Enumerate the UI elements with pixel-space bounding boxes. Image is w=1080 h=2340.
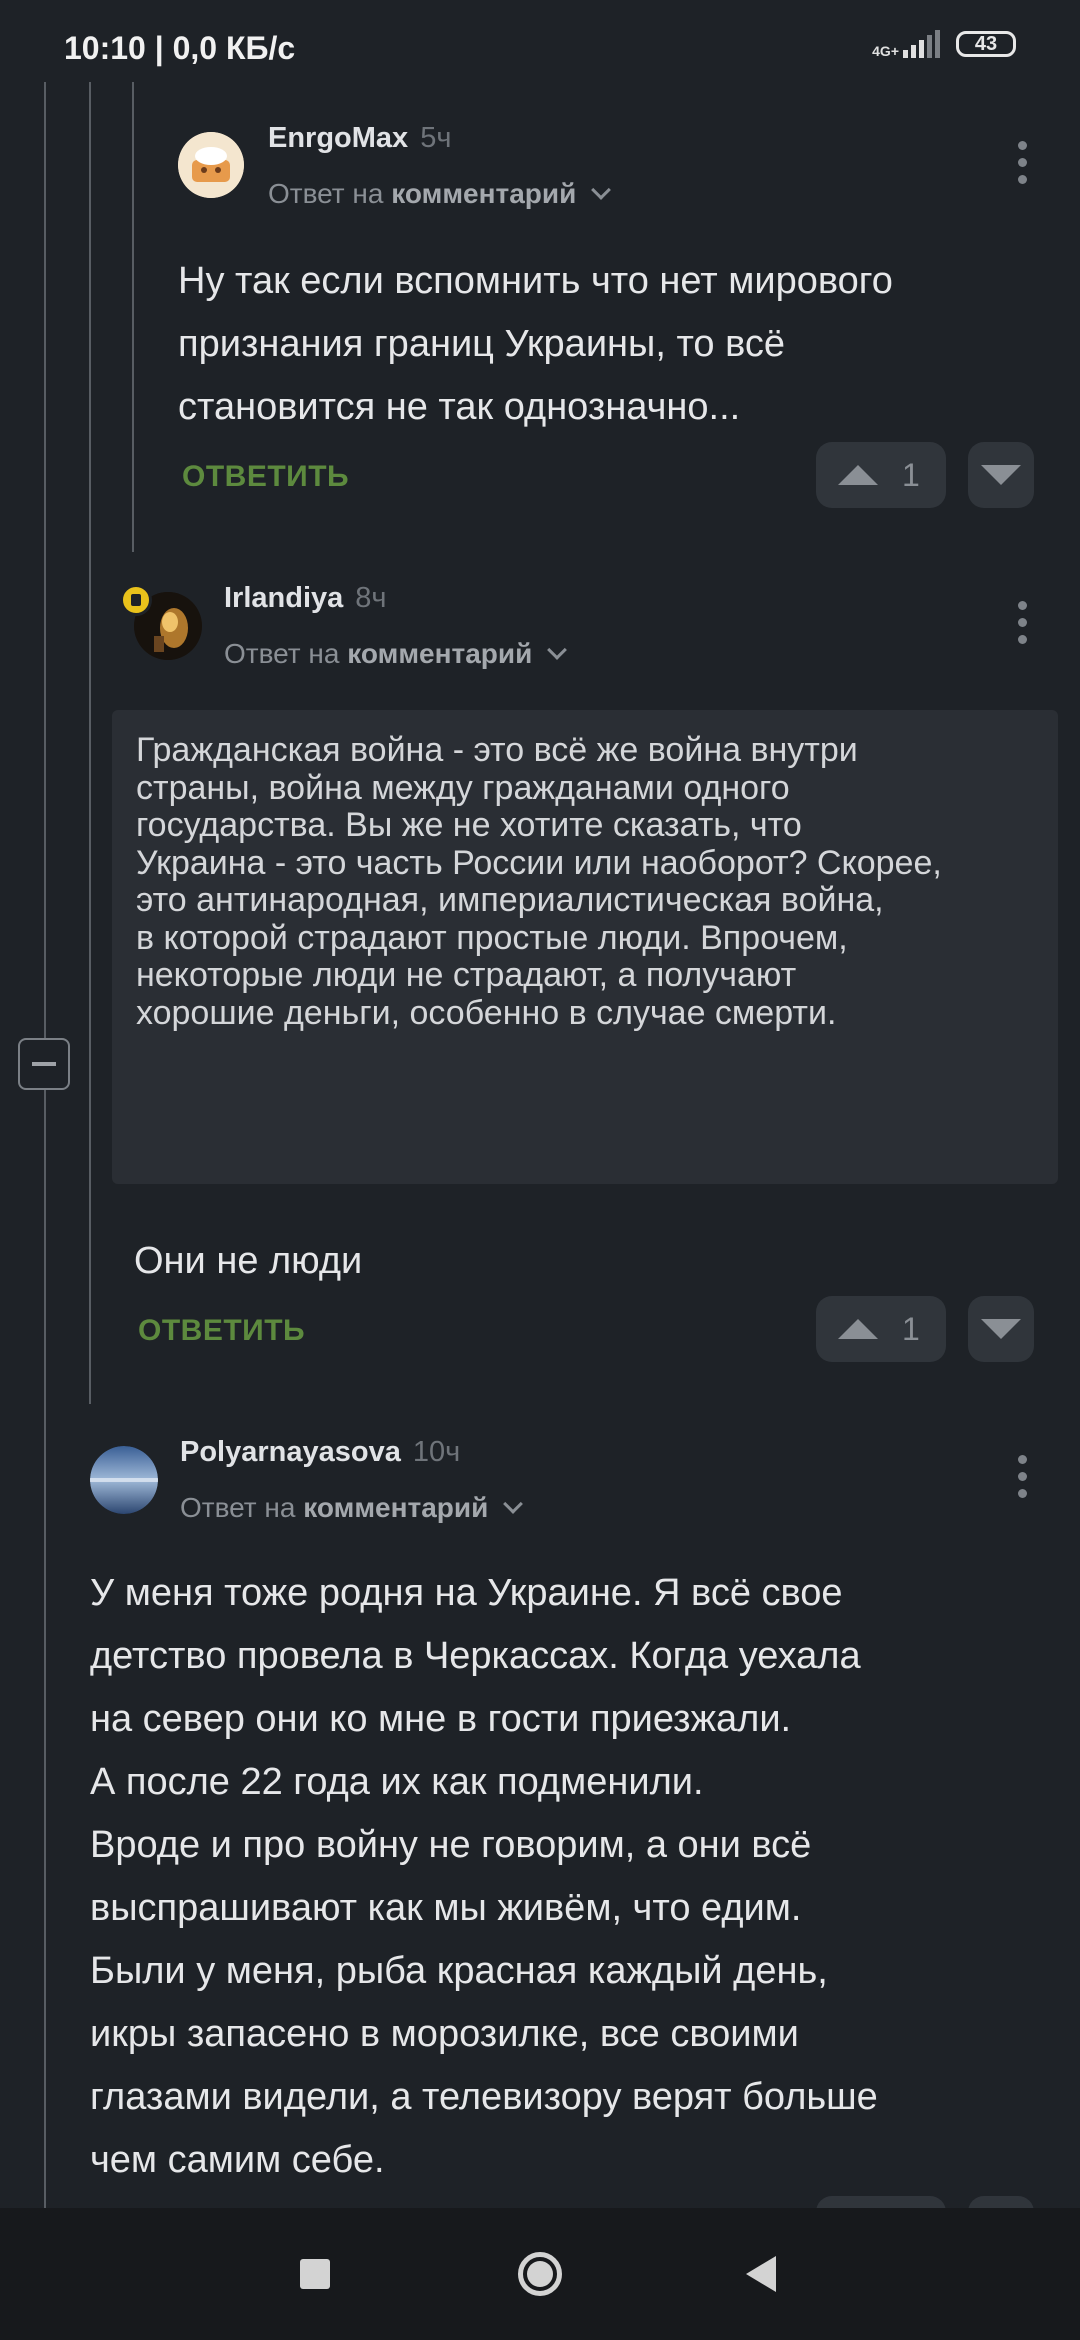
status-indicators: 4G+ 43	[872, 30, 1016, 58]
comment-text-line: икры запасено в морозилке, все своими	[90, 2013, 799, 2055]
vote-count: 1	[902, 1310, 920, 1347]
comment-time: 8ч	[355, 582, 387, 614]
recent-apps-button[interactable]	[300, 2259, 330, 2289]
reply-to-link[interactable]: Ответ на комментарий	[268, 178, 612, 210]
network-type-label: 4G+	[872, 43, 899, 59]
username[interactable]: Irlandiya	[224, 582, 343, 614]
comment-text: Они не люди	[134, 1240, 363, 1282]
chevron-down-icon	[547, 640, 568, 660]
thread-line	[132, 82, 134, 552]
more-options-icon[interactable]	[1002, 592, 1042, 652]
quote-line: в которой страдают простые люди. Впрочем…	[136, 918, 848, 957]
thread-line	[44, 82, 46, 2212]
more-options-icon[interactable]	[1002, 1446, 1042, 1506]
collapse-thread-button[interactable]	[18, 1038, 70, 1090]
quote-line: некоторые люди не страдают, а получают	[136, 956, 797, 994]
comment-header: EnrgoMax 5ч	[268, 122, 451, 155]
comment-header: Irlandiya 8ч	[224, 582, 387, 615]
comment-time: 10ч	[412, 1436, 461, 1468]
comment-text: Ну так если вспомнить что нет мирового п…	[178, 250, 1058, 439]
comment-header: Polyarnayasova 10ч	[180, 1436, 460, 1469]
status-time-speed: 10:10 | 0,0 КБ/с	[64, 30, 295, 67]
quote-line: хорошие деньги, особенно в случае смерти…	[136, 993, 837, 1032]
reply-button[interactable]: ОТВЕТИТЬ	[138, 1314, 305, 1348]
username[interactable]: EnrgoMax	[268, 122, 408, 154]
reply-to-target: комментарий	[303, 1492, 489, 1523]
battery-level: 43	[974, 32, 998, 55]
comment-text: У меня тоже родня на Украине. Я всё свое…	[90, 1562, 1050, 2192]
avatar[interactable]	[90, 1446, 158, 1514]
clock: 10:10	[64, 30, 146, 66]
upvote-button[interactable]: 1	[816, 1296, 946, 1362]
chevron-down-icon	[591, 180, 612, 200]
comment-text-line: Были у меня, рыба красная каждый день,	[90, 1950, 828, 1992]
reply-to-link[interactable]: Ответ на комментарий	[224, 638, 568, 670]
more-options-icon[interactable]	[1002, 132, 1042, 192]
comment-text-line: А после 22 года их как подменили.	[90, 1761, 704, 1803]
minus-icon	[32, 1062, 56, 1066]
reply-button[interactable]: ОТВЕТИТЬ	[182, 460, 349, 494]
comment-text-line: Вроде и про войну не говорим, а они всё	[90, 1824, 812, 1866]
reply-to-prefix: Ответ на	[224, 638, 340, 669]
reply-to-link[interactable]: Ответ на комментарий	[180, 1492, 524, 1524]
cell-signal-group: 4G+	[872, 30, 940, 58]
comment-text-line: глазами видели, а телевизору верят больш…	[90, 2076, 878, 2118]
arrow-down-icon	[981, 465, 1021, 485]
quote-line: Украина - это часть России или наоборот?…	[136, 843, 942, 882]
comment-text-line: выспрашивают как мы живём, что едим.	[90, 1887, 802, 1929]
vote-count: 1	[902, 456, 920, 493]
quote-line: государства. Вы же не хотите сказать, чт…	[136, 806, 802, 844]
quote-line: страны, война между гражданами одного	[136, 768, 790, 807]
reply-to-prefix: Ответ на	[268, 178, 384, 209]
comment-text-line: Ну так если вспомнить что нет мирового	[178, 260, 893, 302]
network-speed: | 0,0 КБ/с	[154, 30, 296, 66]
quote-line: Гражданская война - это всё же война вну…	[136, 731, 858, 769]
downvote-button[interactable]	[968, 1296, 1034, 1362]
signal-icon	[903, 30, 940, 58]
downvote-button[interactable]	[968, 442, 1034, 508]
comment-text-line: признания границ Украины, то всё	[178, 323, 786, 365]
chevron-down-icon	[503, 1494, 524, 1514]
upvote-button[interactable]: 1	[816, 442, 946, 508]
arrow-up-icon	[838, 465, 878, 485]
comment-time: 5ч	[420, 122, 452, 154]
quoted-comment: Гражданская война - это всё же война вну…	[112, 710, 1058, 1184]
arrow-up-icon	[838, 1319, 878, 1339]
comment-text-line: У меня тоже родня на Украине. Я всё свое	[90, 1572, 843, 1614]
system-nav-bar	[0, 2208, 1080, 2340]
username[interactable]: Polyarnayasova	[180, 1436, 401, 1468]
comment-text-line: чем самим себе.	[90, 2139, 385, 2181]
arrow-down-icon	[981, 1319, 1021, 1339]
comment-text-line: становится не так однозначно...	[178, 386, 741, 428]
avatar[interactable]	[178, 132, 244, 198]
thread-line	[89, 82, 91, 1404]
comment-text-line: на север они ко мне в гости приезжали.	[90, 1698, 792, 1740]
battery-icon: 43	[956, 31, 1016, 57]
reply-to-target: комментарий	[391, 178, 577, 209]
reply-to-prefix: Ответ на	[180, 1492, 296, 1523]
home-button[interactable]	[518, 2252, 562, 2296]
status-bar: 10:10 | 0,0 КБ/с 4G+ 43	[0, 0, 1080, 90]
quote-line: это антинародная, империалистическая вой…	[136, 881, 884, 919]
badge-icon	[120, 584, 152, 616]
back-button[interactable]	[746, 2256, 776, 2292]
home-icon	[527, 2261, 553, 2287]
comment-text-line: детство провела в Черкассах. Когда уехал…	[90, 1635, 861, 1677]
reply-to-target: комментарий	[347, 638, 533, 669]
